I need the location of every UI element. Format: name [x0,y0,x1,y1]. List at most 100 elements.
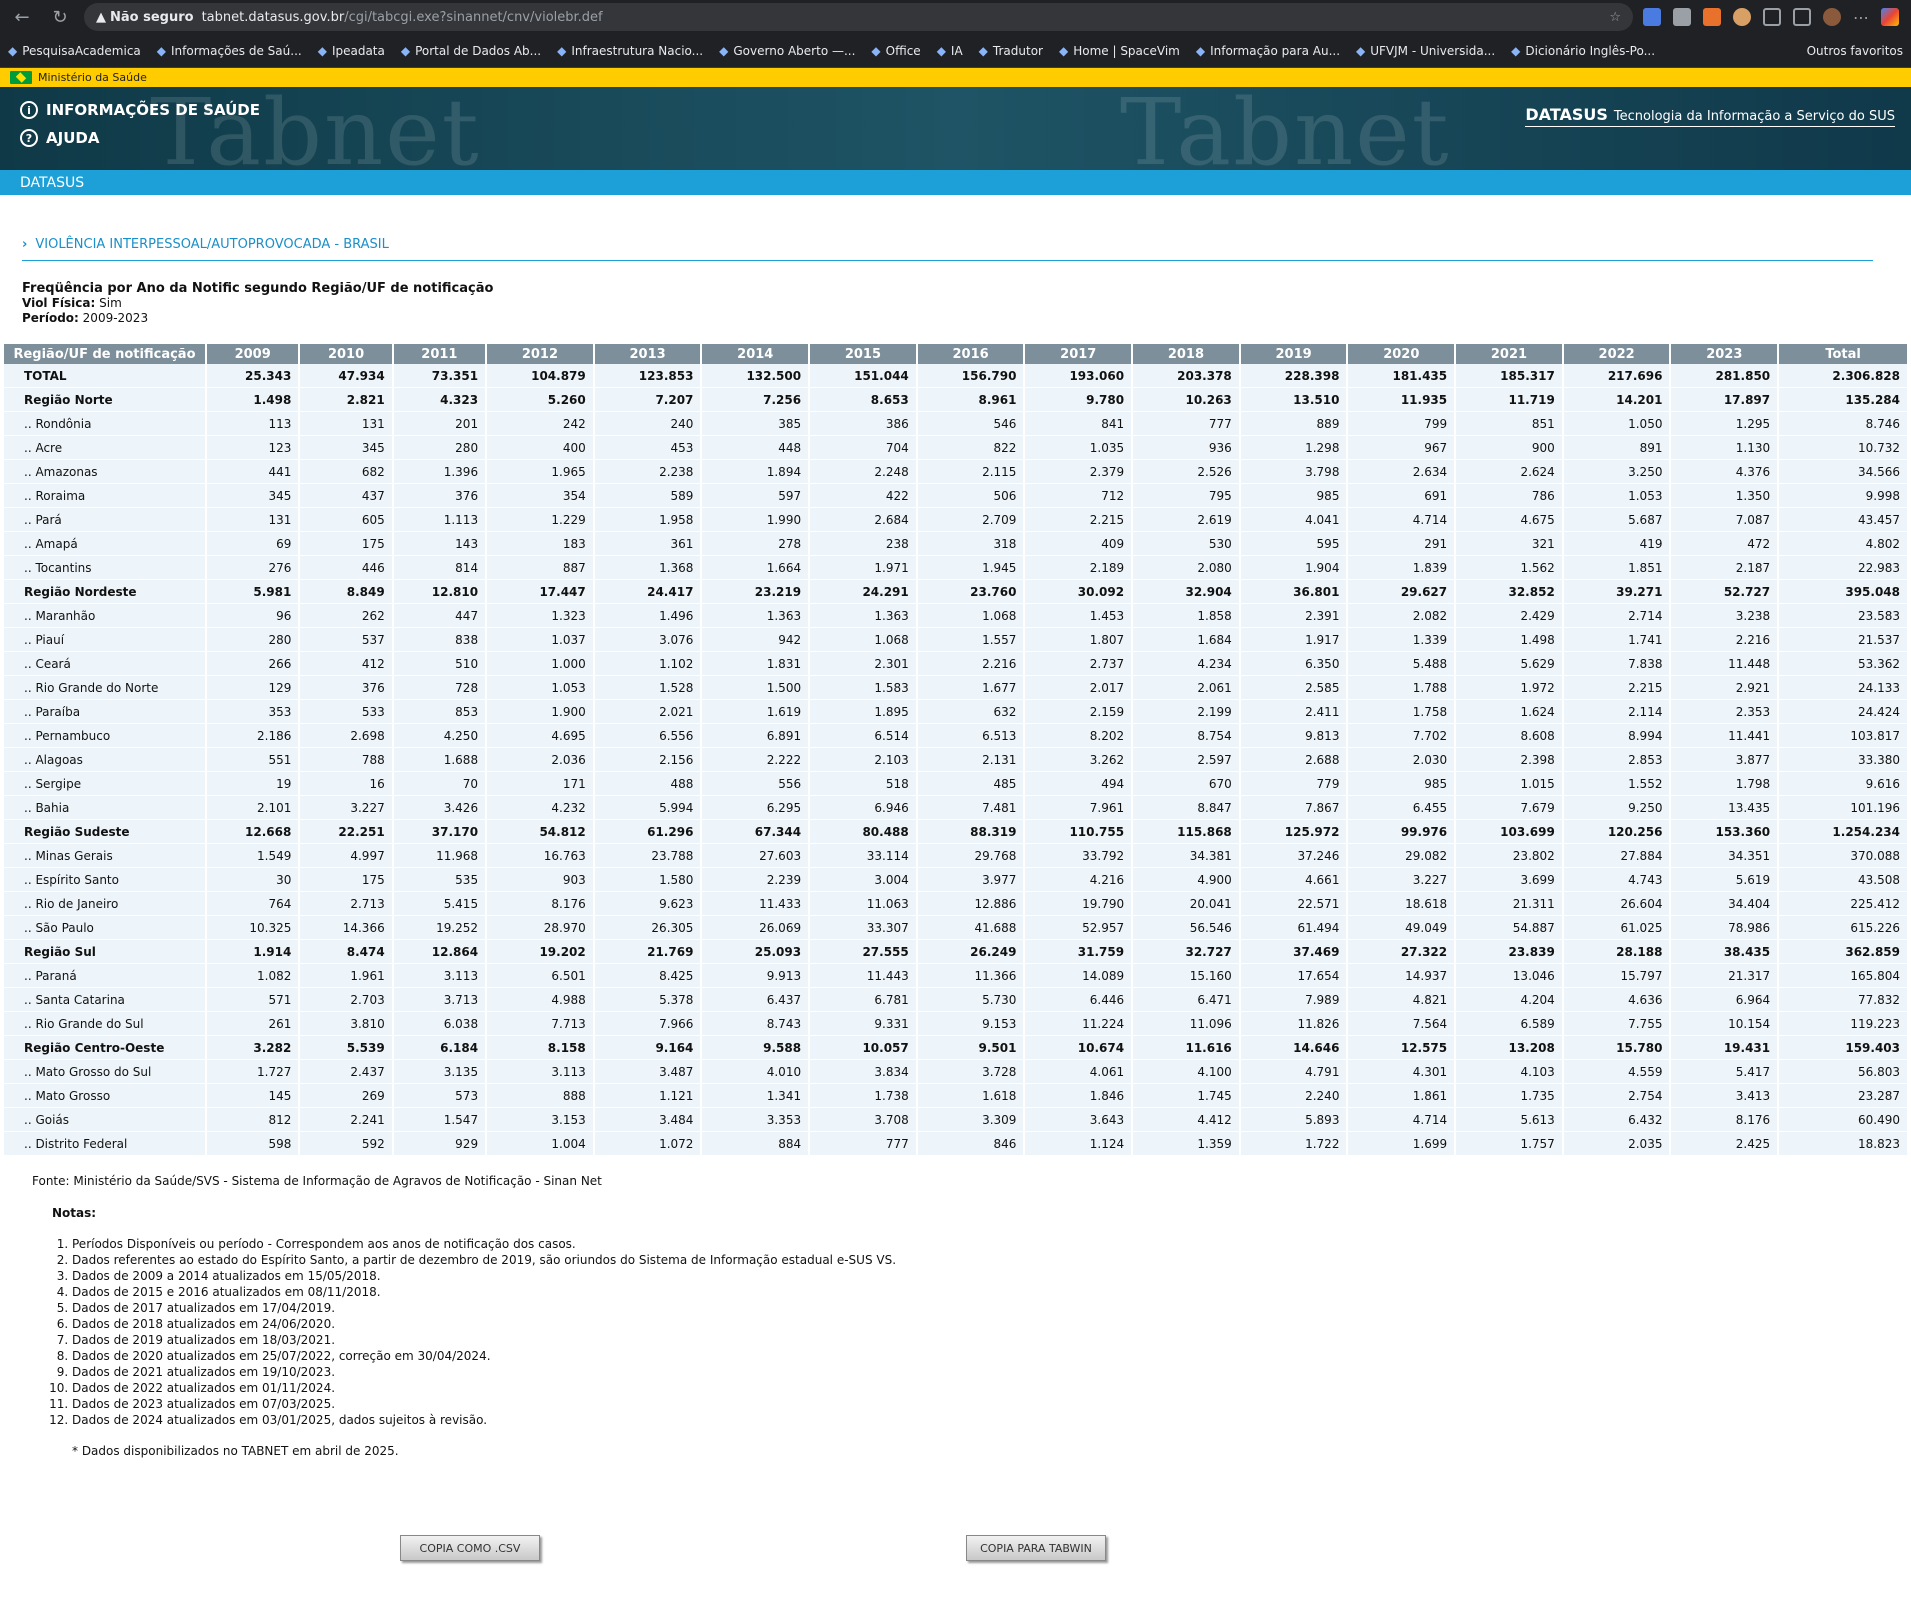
table-cell: 799 [1348,412,1455,436]
table-cell: 11.826 [1240,1012,1347,1036]
bookmark-item[interactable]: ◆ PesquisaAcademica [8,44,141,58]
table-row: Região Centro-Oeste 3.282 5.539 6.184 8.158 9… [4,1036,1907,1060]
bookmark-item[interactable]: ◆ Informações de Saú... [157,44,302,58]
bookmark-item[interactable]: ◆ Home | SpaceVim [1059,44,1180,58]
table-cell: 1.807 [1025,628,1132,652]
table-cell: 385 [702,412,809,436]
table-row: .. Amapá 69 175 143 183 361 278 238 318 409 530 595… [4,532,1907,556]
table-row: .. São Paulo 10.325 14.366 19.252 28.970 26.3… [4,916,1907,940]
table-cell: 1.798 [1671,772,1778,796]
table-cell: 6.184 [393,1036,486,1060]
table-cell: 70 [393,772,486,796]
table-cell: 318 [917,532,1024,556]
datasus-brand[interactable]: DATASUS Tecnologia da Informação a Serviç… [1525,105,1895,127]
bookmark-item[interactable]: ◆ Informação para Au... [1196,44,1340,58]
table-cell: 5.539 [300,1036,392,1060]
table-cell: 5.981 [207,580,299,604]
bookmark-item[interactable]: ◆ Governo Aberto —... [719,44,855,58]
bookmark-item[interactable]: ◆ Infraestrutura Nacio... [557,44,703,58]
bookmark-icon: ◆ [557,43,567,58]
table-cell: 1.053 [1563,484,1670,508]
bookmark-item[interactable]: ◆ Ipeadata [318,44,385,58]
copy-tabwin-button[interactable]: COPIA PARA TABWIN [966,1535,1106,1561]
table-row: .. Rondônia 113 131 201 242 240 385 386 546 841 77… [4,412,1907,436]
table-cell: 8.176 [1671,1108,1778,1132]
table-cell: 54.887 [1456,916,1562,940]
table-cell: 985 [1240,484,1347,508]
table-cell: 25.343 [207,364,299,388]
menu-dots-icon[interactable]: ⋯ [1853,8,1869,27]
bookmark-item[interactable]: ◆ Office [871,44,920,58]
table-cell: 2.115 [917,460,1024,484]
reload-icon[interactable]: ↻ [46,3,74,31]
gov-bar-label[interactable]: Ministério da Saúde [38,71,147,84]
table-cell: 6.446 [1025,988,1132,1012]
table-cell: 1.699 [1348,1132,1455,1156]
bookmark-item[interactable]: ◆ UFVJM - Universida... [1356,44,1495,58]
table-cell: 1.758 [1348,700,1455,724]
table-cell: 598 [207,1132,299,1156]
table-cell: 1.102 [594,652,701,676]
bookmark-item[interactable]: ◆ IA [937,44,963,58]
table-cell: 2.698 [300,724,392,748]
table-cell: 6.781 [810,988,916,1012]
table-cell: 1.298 [1240,436,1347,460]
table-cell: 11.433 [702,892,809,916]
bookmark-star-icon[interactable]: ☆ [1609,10,1621,25]
column-header-year: 2015 [810,344,916,364]
table-cell: 52.957 [1025,916,1132,940]
menu-informacoes-saude[interactable]: i INFORMAÇÕES DE SAÚDE [20,101,260,119]
table-cell: 1.072 [594,1132,701,1156]
table-cell: 99.976 [1348,820,1455,844]
table-cell: 23.219 [702,580,809,604]
table-cell: 362.859 [1779,940,1907,964]
table-cell: 1.124 [1025,1132,1132,1156]
note-item: Dados de 2019 atualizados em 18/03/2021. [72,1332,1911,1348]
security-indicator[interactable]: ▲ Não seguro [96,10,194,25]
extension-icon[interactable] [1643,8,1661,26]
datasus-bar-label[interactable]: DATASUS [20,175,84,191]
other-bookmarks[interactable]: Outros favoritos [1807,44,1903,58]
row-label: .. Pernambuco [4,724,205,748]
back-icon[interactable]: ← [8,3,36,31]
copy-csv-button[interactable]: COPIA COMO .CSV [400,1535,540,1561]
table-cell: 3.798 [1240,460,1347,484]
table-cell: 2.238 [594,460,701,484]
table-row: .. Distrito Federal 598 592 929 1.004 1.072 88… [4,1132,1907,1156]
table-cell: 1.035 [1025,436,1132,460]
table-cell: 1.053 [487,676,593,700]
table-cell: 56.803 [1779,1060,1907,1084]
puzzle-icon[interactable] [1763,8,1781,26]
table-cell: 14.937 [1348,964,1455,988]
table-cell: 6.514 [810,724,916,748]
table-cell: 6.964 [1671,988,1778,1012]
gov-bar: Ministério da Saúde [0,68,1911,87]
favorites-icon[interactable] [1793,8,1811,26]
table-cell: 110.755 [1025,820,1132,844]
extension-icon[interactable] [1703,8,1721,26]
avatar[interactable] [1823,8,1841,26]
table-cell: 345 [207,484,299,508]
table-cell: 38.435 [1671,940,1778,964]
extension-icon[interactable] [1733,8,1751,26]
table-cell: 1.323 [487,604,593,628]
bookmark-item[interactable]: ◆ Portal de Dados Ab... [401,44,541,58]
table-cell: 24.133 [1779,676,1907,700]
table-cell: 2.216 [1671,628,1778,652]
table-cell: 8.849 [300,580,392,604]
table-cell: 4.559 [1563,1060,1670,1084]
table-cell: 764 [207,892,299,916]
bookmark-item[interactable]: ◆ Tradutor [979,44,1043,58]
table-cell: 15.780 [1563,1036,1670,1060]
menu-ajuda[interactable]: ? AJUDA [20,129,99,147]
bookmark-icon: ◆ [8,43,18,58]
table-cell: 6.471 [1133,988,1239,1012]
table-row: .. Ceará 266 412 510 1.000 1.102 1.831 2.301 2.2… [4,652,1907,676]
table-cell: 3.282 [207,1036,299,1060]
extension-icon[interactable] [1673,8,1691,26]
table-cell: 8.743 [702,1012,809,1036]
bookmark-item[interactable]: ◆ Dicionário Inglês-Po... [1511,44,1655,58]
table-cell: 571 [207,988,299,1012]
copilot-icon[interactable] [1881,8,1899,26]
address-bar[interactable]: ▲ Não seguro tabnet.datasus.gov.br/cgi/ta… [84,3,1633,31]
